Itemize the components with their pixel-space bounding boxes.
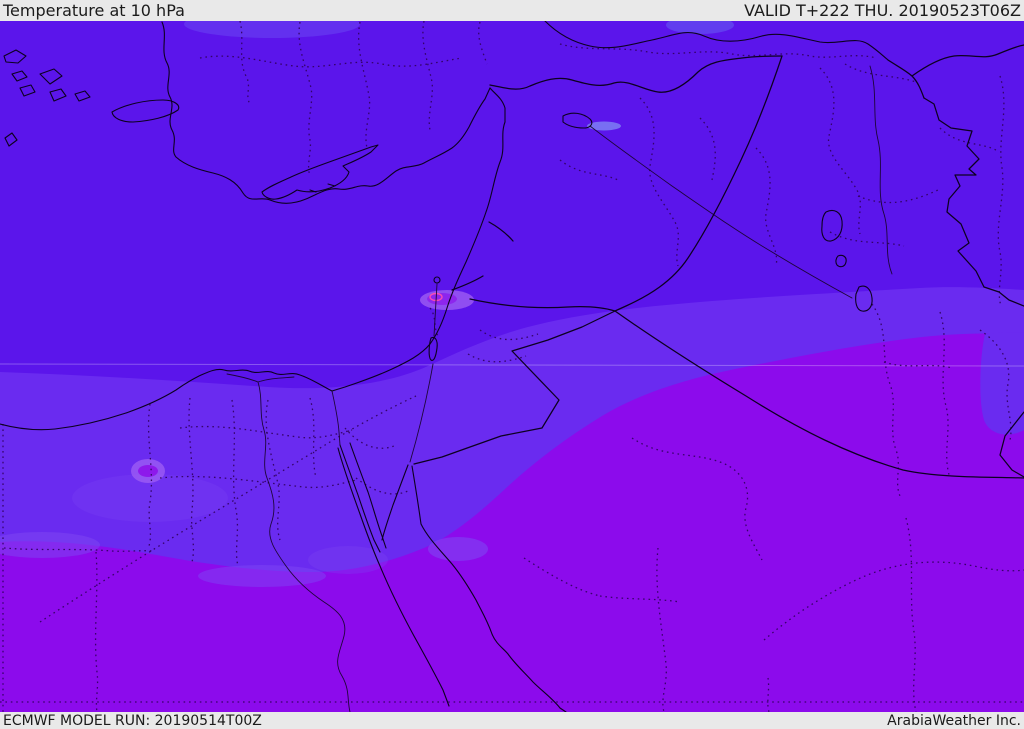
brand-label: ArabiaWeather Inc. xyxy=(887,712,1021,729)
warm-ring-west xyxy=(131,459,165,483)
weather-map-screen: Temperature at 10 hPa VALID T+222 THU. 2… xyxy=(0,0,1024,729)
zone-band-right-lobe xyxy=(980,332,1024,435)
header-bar: Temperature at 10 hPa VALID T+222 THU. 2… xyxy=(0,0,1024,21)
warm-ring-west-inner xyxy=(138,465,158,477)
valid-time-label: VALID T+222 THU. 20190523T06Z xyxy=(744,1,1021,20)
map-title: Temperature at 10 hPa xyxy=(3,1,185,20)
map-canvas xyxy=(0,0,1024,729)
footer-bar: ECMWF MODEL RUN: 20190514T00Z ArabiaWeat… xyxy=(0,712,1024,729)
model-run-label: ECMWF MODEL RUN: 20190514T00Z xyxy=(3,712,262,729)
